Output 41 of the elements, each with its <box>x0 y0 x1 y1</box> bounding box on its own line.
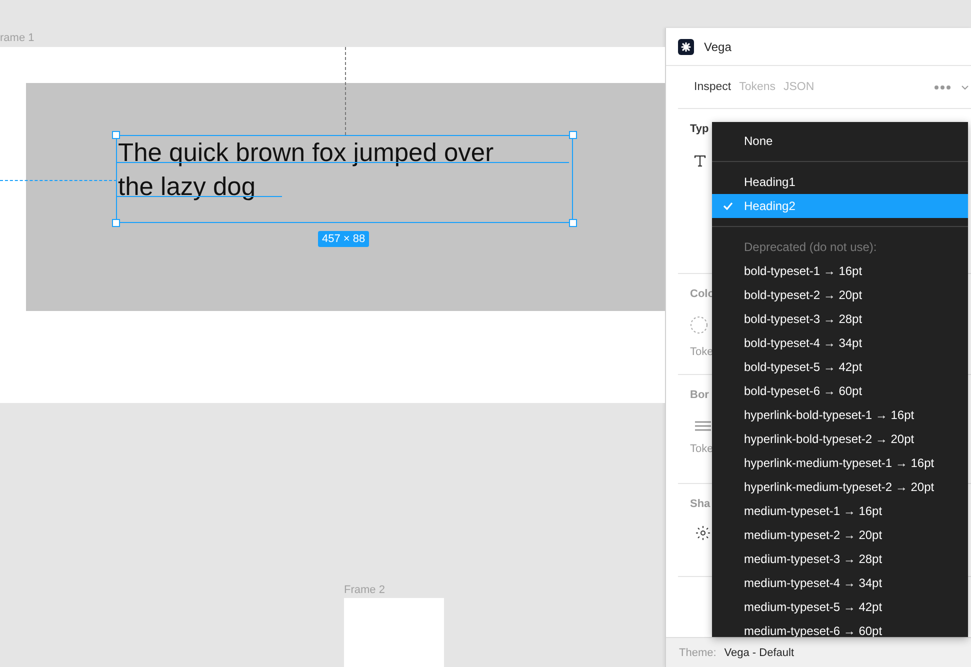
menu-item[interactable]: Heading1 <box>712 170 968 194</box>
section-sublabel: Toke <box>690 443 714 455</box>
section-label: Sha <box>690 498 710 510</box>
tab[interactable]: Inspect <box>678 81 740 93</box>
menu-item[interactable]: medium-typeset-1 → 16pt <box>712 499 968 523</box>
chevron-down-icon <box>961 84 969 90</box>
size-badge: 457 × 88 <box>318 231 370 247</box>
menu-item[interactable]: bold-typeset-5 → 42pt <box>712 355 968 379</box>
theme-value: Vega - Default <box>724 646 794 658</box>
menu-item[interactable]: medium-typeset-5 → 42pt <box>712 595 968 619</box>
menu-item[interactable]: bold-typeset-6 → 60pt <box>712 379 968 403</box>
menu-item[interactable]: bold-typeset-2 → 20pt <box>712 283 968 307</box>
app-logo-icon <box>678 38 694 54</box>
resize-handle[interactable] <box>112 219 120 227</box>
menu-item[interactable]: bold-typeset-1 → 16pt <box>712 259 968 283</box>
resize-handle[interactable] <box>569 131 577 139</box>
menu-item[interactable]: hyperlink-medium-typeset-1 → 16pt <box>712 451 968 475</box>
menu-item[interactable]: medium-typeset-3 → 28pt <box>712 547 968 571</box>
section-label: Bor <box>690 389 709 401</box>
lines-icon <box>695 421 711 431</box>
menu-item[interactable]: medium-typeset-4 → 34pt <box>712 571 968 595</box>
text-icon <box>694 155 706 167</box>
dashed-circle-icon <box>690 316 708 334</box>
resize-handle[interactable] <box>569 219 577 227</box>
menu-item[interactable]: hyperlink-bold-typeset-1 → 16pt <box>712 403 968 427</box>
menu-section-header: Deprecated (do not use): <box>743 239 878 256</box>
plugin-title: Vega <box>704 40 732 54</box>
section-label: Typ <box>690 123 709 135</box>
menu-item[interactable]: hyperlink-bold-typeset-2 → 20pt <box>712 427 968 451</box>
menu-item[interactable]: medium-typeset-2 → 20pt <box>712 523 968 547</box>
theme-label: Theme: <box>679 646 716 658</box>
menu-item[interactable]: bold-typeset-3 → 28pt <box>712 307 968 331</box>
section-sublabel: Toke <box>690 346 714 358</box>
resize-handle[interactable] <box>112 131 120 139</box>
text-content: The quick brown fox jumped over the lazy dog <box>117 138 495 203</box>
more-icon <box>934 84 951 90</box>
menu-item[interactable]: bold-typeset-4 → 34pt <box>712 331 968 355</box>
menu-item[interactable]: hyperlink-medium-typeset-2 → 20pt <box>712 475 968 499</box>
menu-item[interactable]: None <box>712 129 968 153</box>
check-icon <box>723 202 733 210</box>
sun-icon <box>696 526 710 540</box>
